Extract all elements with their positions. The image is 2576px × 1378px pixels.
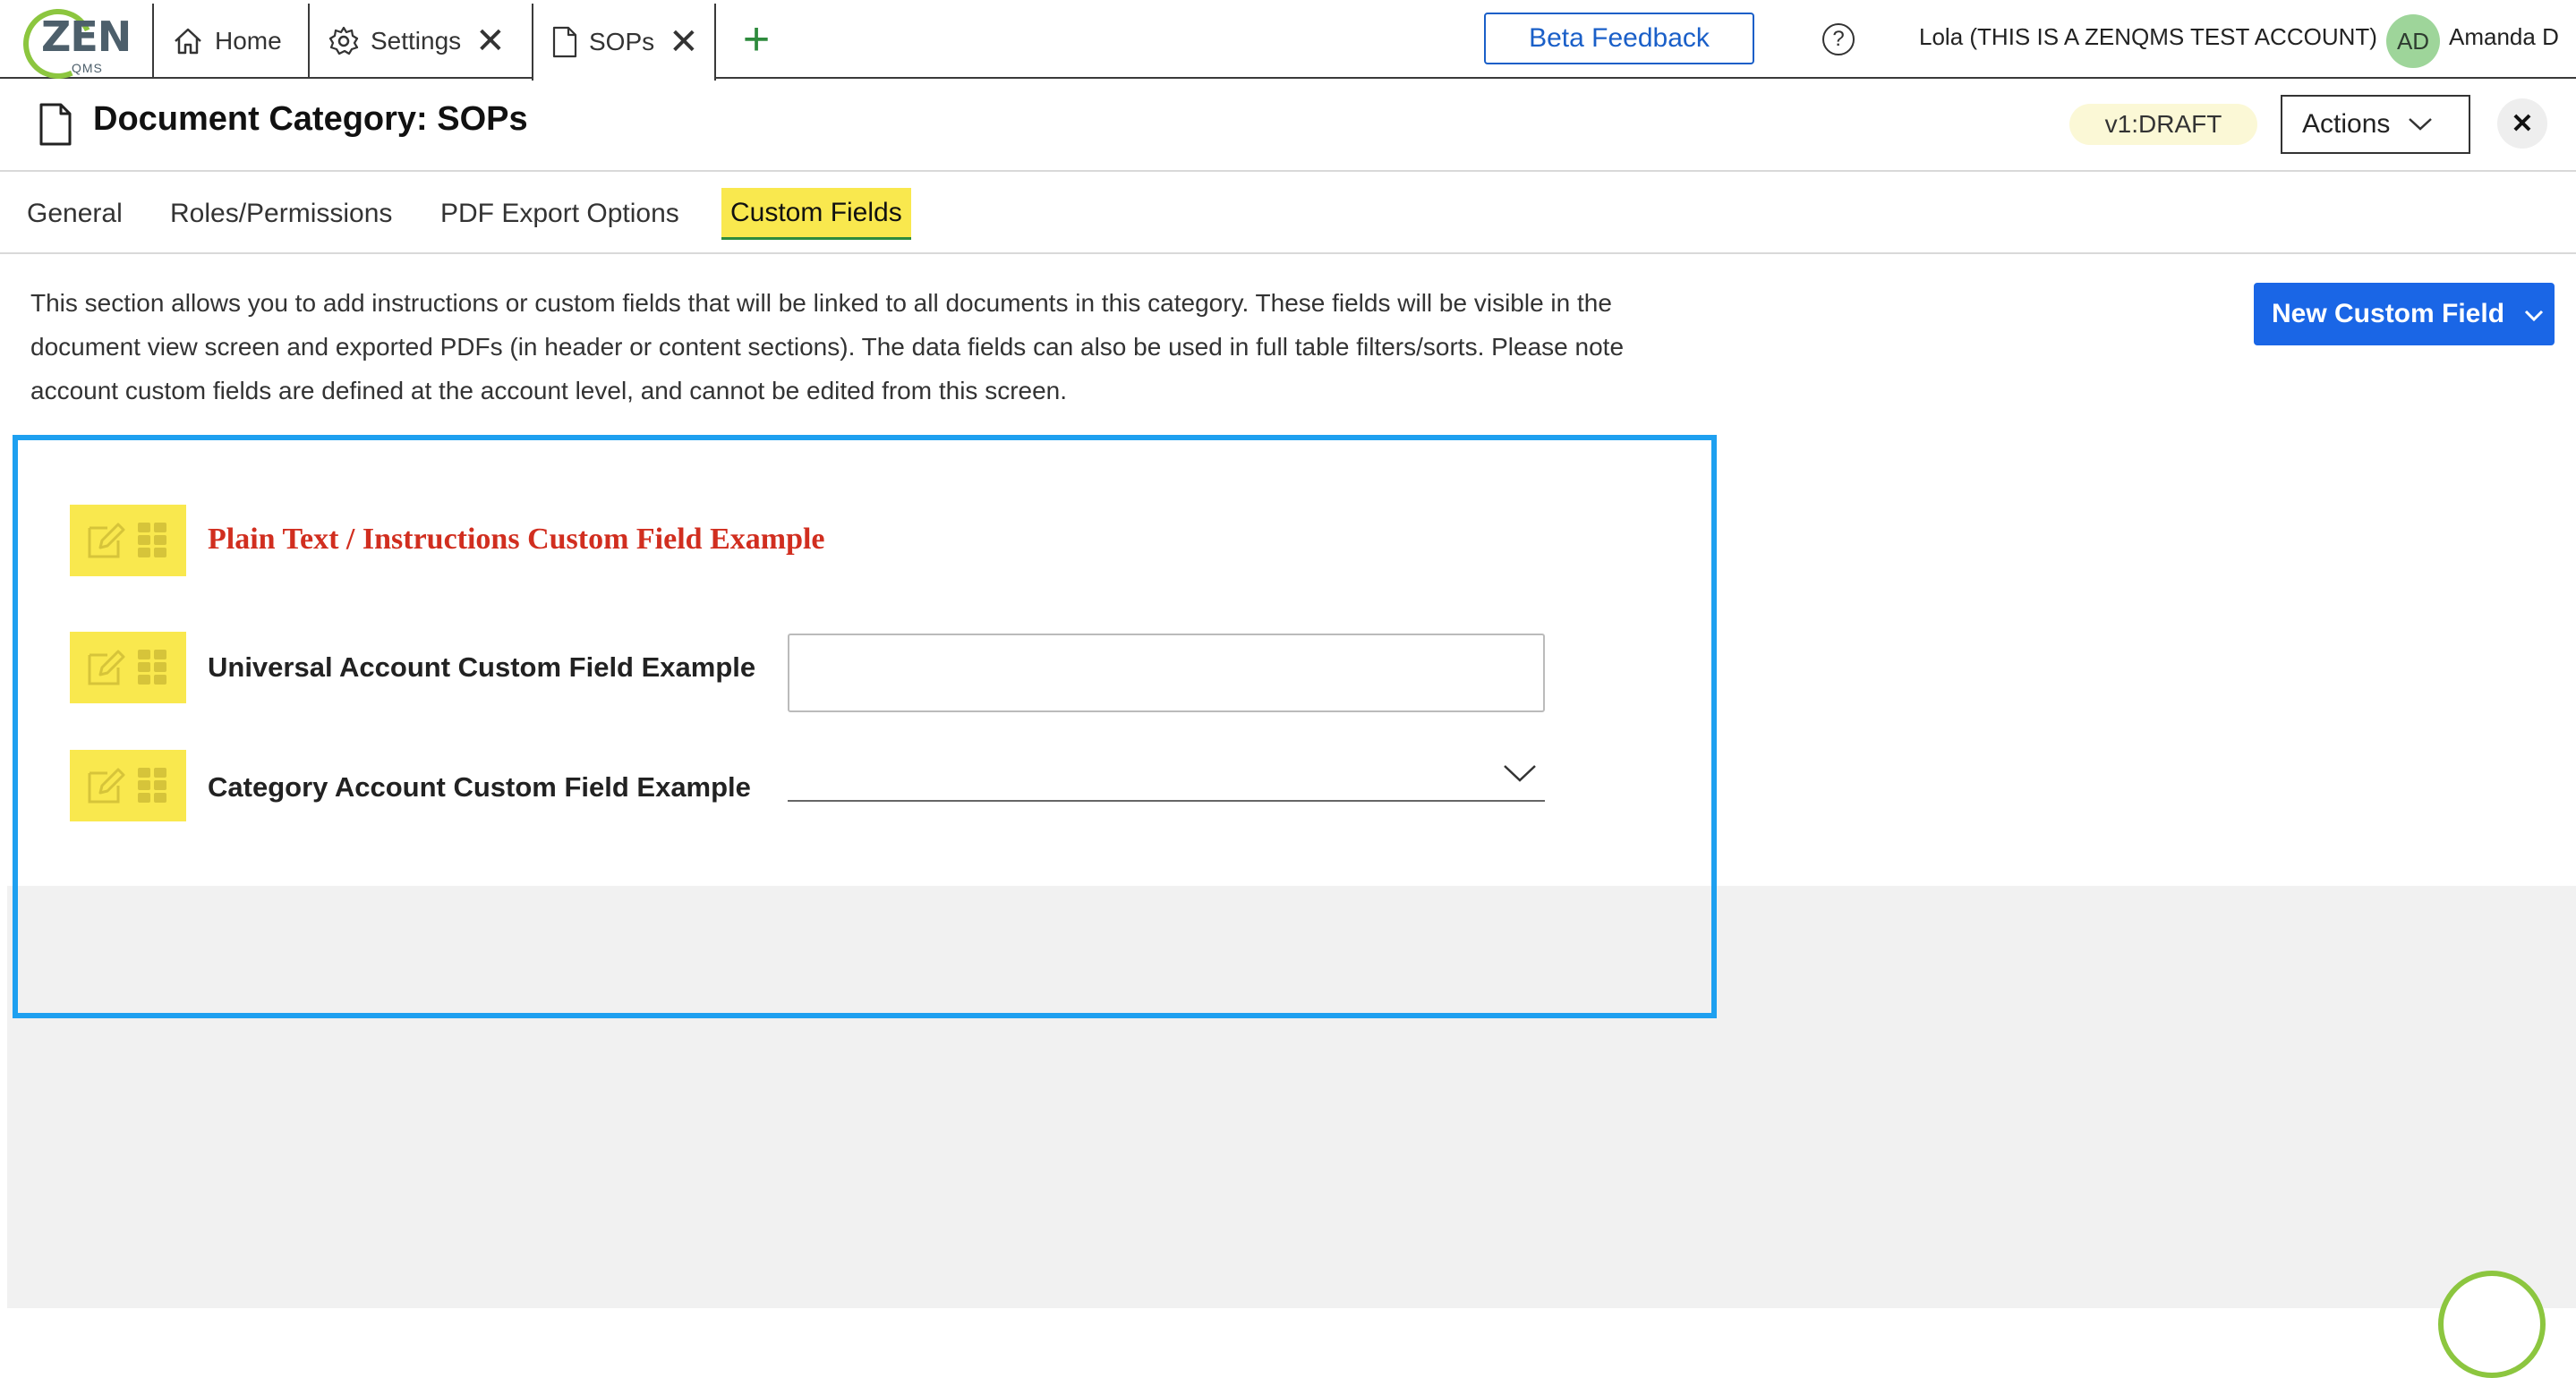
- close-button[interactable]: ✕: [2497, 98, 2547, 149]
- tab-pdf-export-options[interactable]: PDF Export Options: [440, 188, 679, 240]
- tab-settings[interactable]: Settings ✕: [308, 4, 532, 79]
- tab-sops[interactable]: SOPs ✕: [532, 4, 716, 81]
- page-header: Document Category: SOPs v1:DRAFT Actions…: [0, 79, 2576, 172]
- account-name[interactable]: Lola (THIS IS A ZENQMS TEST ACCOUNT): [1919, 23, 2377, 51]
- universal-field-input[interactable]: [788, 634, 1545, 712]
- field-label-category: Category Account Custom Field Example: [208, 771, 751, 803]
- chevron-down-icon: [2408, 109, 2433, 140]
- drag-handle-icon[interactable]: [138, 768, 166, 804]
- logo-subtext: QMS: [72, 61, 103, 75]
- tab-roles-permissions[interactable]: Roles/Permissions: [170, 188, 392, 240]
- help-chat-bubble[interactable]: [2438, 1271, 2546, 1378]
- tab-settings-label: Settings: [371, 27, 462, 55]
- tab-general[interactable]: General: [27, 188, 123, 240]
- avatar[interactable]: AD: [2386, 14, 2440, 68]
- chevron-down-icon: [1502, 762, 1538, 788]
- home-icon: [172, 25, 204, 57]
- edit-icon[interactable]: [84, 519, 127, 562]
- top-bar: ZEN QMS Home Settings ✕ SOPs ✕ + Beta Fe…: [0, 0, 2576, 89]
- edit-icon[interactable]: [84, 646, 127, 689]
- field-label-plain-text: Plain Text / Instructions Custom Field E…: [208, 523, 825, 556]
- category-tabs: General Roles/Permissions PDF Export Opt…: [0, 172, 2576, 254]
- page-title: Document Category: SOPs: [93, 100, 528, 138]
- edit-icon[interactable]: [84, 764, 127, 807]
- field-label-universal: Universal Account Custom Field Example: [208, 651, 756, 683]
- document-icon: [38, 102, 73, 147]
- zenqms-logo[interactable]: ZEN QMS: [13, 0, 132, 89]
- logo-text: ZEN: [41, 13, 132, 61]
- category-field-select[interactable]: [788, 759, 1545, 802]
- field-handle[interactable]: [70, 632, 186, 703]
- new-custom-field-button[interactable]: New Custom Field: [2254, 283, 2555, 345]
- tab-sops-label: SOPs: [589, 28, 655, 55]
- version-badge: v1:DRAFT: [2069, 104, 2257, 145]
- section-description: This section allows you to add instructi…: [30, 289, 1625, 404]
- field-handle[interactable]: [70, 750, 186, 821]
- chevron-down-icon: [2524, 299, 2544, 329]
- tab-home[interactable]: Home: [152, 4, 308, 79]
- field-handle[interactable]: [70, 505, 186, 576]
- beta-feedback-button[interactable]: Beta Feedback: [1484, 13, 1754, 64]
- actions-dropdown-button[interactable]: Actions: [2281, 95, 2470, 154]
- actions-label: Actions: [2302, 109, 2391, 139]
- close-tab-settings-icon[interactable]: ✕: [475, 23, 506, 59]
- drag-handle-icon[interactable]: [138, 650, 166, 685]
- tab-home-label: Home: [215, 27, 282, 55]
- tab-custom-fields[interactable]: Custom Fields: [721, 188, 911, 240]
- user-name[interactable]: Amanda D: [2449, 23, 2559, 51]
- add-tab-button[interactable]: +: [734, 13, 779, 66]
- help-icon[interactable]: ?: [1822, 23, 1855, 55]
- new-custom-field-label: New Custom Field: [2272, 299, 2505, 328]
- close-tab-sops-icon[interactable]: ✕: [669, 24, 699, 60]
- gear-icon: [328, 25, 360, 57]
- drag-handle-icon[interactable]: [138, 523, 166, 558]
- document-icon: [551, 26, 578, 58]
